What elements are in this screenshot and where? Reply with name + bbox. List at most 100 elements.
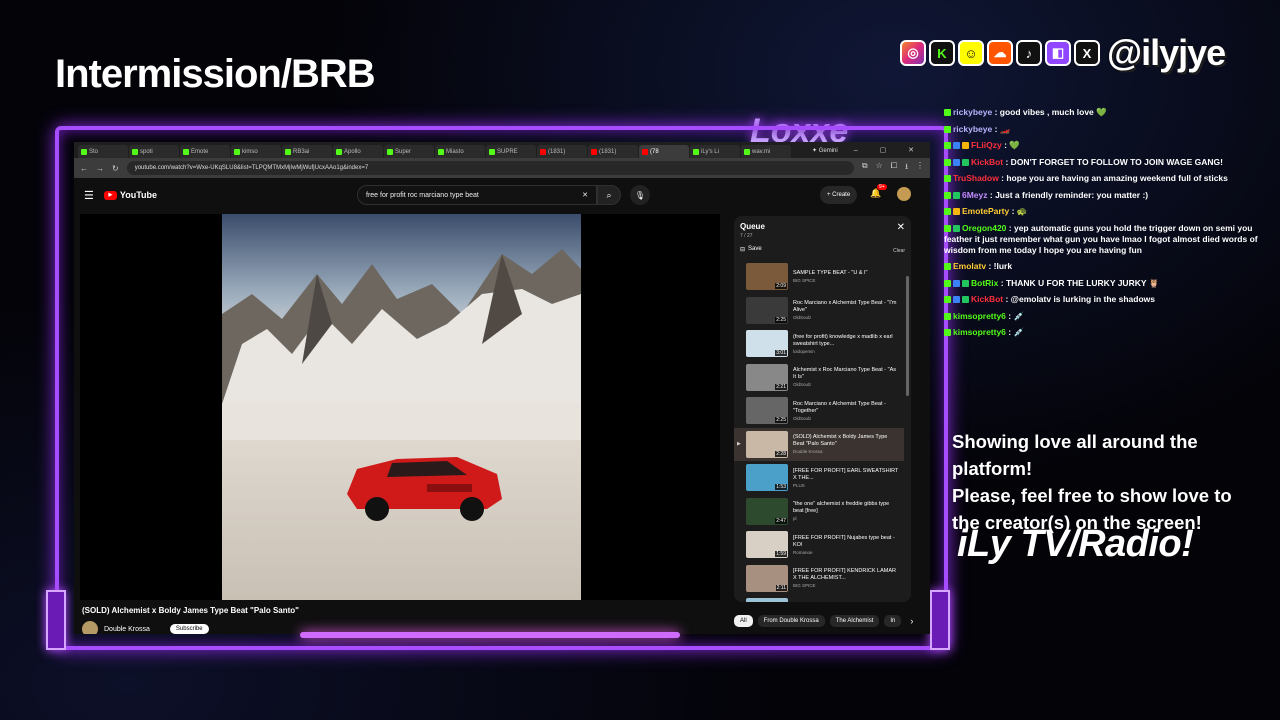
social-handle: @ilyjye bbox=[1107, 32, 1226, 73]
tab-favicon-icon bbox=[591, 148, 597, 155]
browser-tab[interactable]: Emote bbox=[180, 145, 230, 158]
microphone-icon[interactable]: 🎙 bbox=[630, 185, 650, 205]
subscribe-button[interactable]: Subscribe bbox=[169, 624, 209, 634]
browser-tab[interactable]: Apollo bbox=[333, 145, 383, 158]
browser-tab[interactable]: kimso bbox=[231, 145, 281, 158]
browser-tab[interactable]: Miasto bbox=[435, 145, 485, 158]
video-player[interactable] bbox=[80, 214, 720, 600]
youtube-logo[interactable]: ▶ YouTube bbox=[103, 190, 157, 200]
chevron-right-icon[interactable]: › bbox=[910, 616, 913, 626]
browser-tab[interactable]: (78 bbox=[639, 145, 689, 158]
browser-tab[interactable]: wav.mi bbox=[741, 145, 791, 158]
filter-chip[interactable]: The Alchemist bbox=[829, 615, 880, 627]
save-button[interactable]: ⊟ Save bbox=[740, 246, 762, 253]
search-icon[interactable]: ⌕ bbox=[597, 185, 621, 205]
window-controls[interactable]: – ▢ ✕ bbox=[854, 146, 924, 154]
close-icon[interactable]: ✕ bbox=[897, 222, 905, 233]
tab-label: kimso bbox=[242, 148, 258, 155]
forward-icon[interactable]: → bbox=[96, 164, 104, 173]
browser-tab[interactable]: spoti bbox=[129, 145, 179, 158]
chat-username[interactable]: EmoteParty bbox=[962, 206, 1012, 216]
gemini-button[interactable]: ✦ Gemini bbox=[812, 147, 838, 154]
queue-scrollbar[interactable] bbox=[906, 276, 909, 396]
browser-tab[interactable]: Super bbox=[384, 145, 434, 158]
queue-item[interactable]: 2:11 [FREE FOR PROFIT] KENDRICK LAMAR X T… bbox=[734, 562, 904, 596]
queue-item-title: (free for profit) knowledge x madlib x e… bbox=[793, 333, 893, 347]
filter-chip[interactable]: All bbox=[734, 615, 753, 627]
chat-text: : 💉 bbox=[1008, 310, 1025, 321]
youtube-play-icon: ▶ bbox=[103, 190, 117, 200]
chat-username[interactable]: KickBot bbox=[971, 157, 1005, 167]
browser-tab[interactable]: (1831) bbox=[588, 145, 638, 158]
tab-label: Miasto bbox=[446, 148, 464, 155]
account-avatar[interactable] bbox=[897, 187, 911, 201]
chat-username[interactable]: KickBot bbox=[971, 294, 1005, 304]
install-icon[interactable]: ⧉ bbox=[862, 161, 868, 175]
url-field[interactable]: youtube.com/watch?v=Wxe-UKqSLU8&list=TLP… bbox=[126, 161, 854, 175]
chat-username[interactable]: rickybeye bbox=[953, 107, 995, 117]
queue-item[interactable]: 2:25 Roc Marciano x Alchemist Type Beat -… bbox=[734, 394, 904, 428]
chat-text: : !lurk bbox=[988, 261, 1013, 271]
clear-search-icon[interactable]: ✕ bbox=[582, 191, 588, 199]
chat-username[interactable]: BotRix bbox=[971, 278, 1001, 288]
queue-item-title: [FREE FOR PROFIT] Nujabes type beat - KO… bbox=[793, 534, 895, 548]
filter-chip[interactable]: In bbox=[884, 615, 902, 627]
tab-label: wav.mi bbox=[752, 148, 771, 155]
browser-tab[interactable]: (1831) bbox=[537, 145, 587, 158]
chat-message: kimsopretty6 : 💉 bbox=[944, 327, 1274, 338]
tab-label: Emote bbox=[191, 148, 209, 155]
queue-item[interactable]: 2:25 Roc Marciano x Alchemist Type Beat -… bbox=[734, 294, 904, 328]
chat-username[interactable]: Emolatv bbox=[953, 261, 988, 271]
video-frame bbox=[222, 214, 581, 600]
extensions-icon[interactable]: ⧠ bbox=[891, 161, 897, 175]
now-playing-icon: ▶ bbox=[737, 441, 741, 448]
chat-username[interactable]: kimsopretty6 bbox=[953, 311, 1008, 321]
queue-list: 2:09 SAMPLE TYPE BEAT - "U & I" BIG SPICE 2… bbox=[734, 260, 904, 602]
queue-item-title: [FREE FOR PROFIT] KENDRICK LAMAR X THE A… bbox=[793, 568, 896, 582]
bookmark-icon[interactable]: ☆ bbox=[876, 161, 883, 175]
more-icon[interactable]: ⋮ bbox=[916, 161, 924, 175]
blue-badge-icon bbox=[953, 296, 960, 304]
create-button[interactable]: + Create bbox=[820, 186, 858, 204]
download-icon[interactable]: ⭳ bbox=[905, 161, 908, 175]
search-input[interactable]: free for profit roc marciano type beat ✕ bbox=[357, 185, 597, 205]
related-chips: All From Double Krossa The Alchemist In › bbox=[734, 615, 913, 627]
queue-item[interactable]: 3:01 (free for profit) knowledge x madlib… bbox=[734, 327, 904, 361]
chat-username[interactable]: TruShadow bbox=[953, 173, 1001, 183]
kick-badge-icon bbox=[944, 175, 951, 183]
chat-username[interactable]: kimsopretty6 bbox=[953, 327, 1008, 337]
filter-chip[interactable]: From Double Krossa bbox=[757, 615, 825, 627]
queue-item-title: SAMPLE TYPE BEAT - "U & I" bbox=[793, 270, 868, 277]
channel-name[interactable]: Double Krossa bbox=[104, 626, 150, 633]
browser-tab[interactable]: iLy's Li bbox=[690, 145, 740, 158]
queue-item-title: (SOLD) Alchemist x Boldy James Type Beat… bbox=[793, 434, 888, 448]
notification-badge: 9+ bbox=[877, 184, 887, 190]
chat-username[interactable]: Oregon420 bbox=[962, 223, 1009, 233]
chat-message: KickBot : @emolatv is lurking in the sha… bbox=[944, 294, 1274, 305]
browser-tab[interactable]: SUPRE bbox=[486, 145, 536, 158]
browser-tab[interactable]: Sto bbox=[78, 145, 128, 158]
tab-strip: Sto spoti Emote kimso RB3ai Apollo Super Miasto… bbox=[74, 142, 930, 158]
back-icon[interactable]: ← bbox=[80, 164, 88, 173]
channel-avatar[interactable] bbox=[82, 621, 98, 634]
kick-badge-icon bbox=[944, 125, 951, 133]
hamburger-menu-icon[interactable]: ☰ bbox=[84, 189, 94, 202]
chat-username[interactable]: 6Meyz bbox=[962, 190, 990, 200]
tab-label: spoti bbox=[140, 148, 153, 155]
x-icon: X bbox=[1074, 40, 1100, 66]
chat-username[interactable]: FLiiQzy bbox=[971, 140, 1004, 150]
chat-username[interactable]: rickybeye bbox=[953, 124, 995, 134]
queue-item[interactable]: 2:21 Alchemist x Roc Marciano Type Beat -… bbox=[734, 361, 904, 395]
queue-item[interactable]: 2:09 SAMPLE TYPE BEAT - "U & I" BIG SPICE bbox=[734, 260, 904, 294]
chat-message: KickBot : DON'T FORGET TO FOLLOW TO JOIN… bbox=[944, 157, 1274, 168]
reload-icon[interactable]: ↻ bbox=[112, 164, 119, 173]
queue-item[interactable]: 2:47 "the one" alchemist x freddie gibbs … bbox=[734, 495, 904, 529]
browser-tab[interactable]: RB3ai bbox=[282, 145, 332, 158]
queue-item[interactable]: 1:59 [FREE FOR PROFIT] Nujabes type beat … bbox=[734, 528, 904, 562]
queue-item[interactable]: (free for profit) westside gunn x stove … bbox=[734, 595, 904, 602]
queue-item[interactable]: 1:53 [FREE FOR PROFIT] EARL SWEATSHIRT X … bbox=[734, 461, 904, 495]
kick-badge-icon bbox=[944, 279, 951, 287]
tab-label: RB3ai bbox=[293, 148, 310, 155]
queue-item[interactable]: ▶ 2:28 (SOLD) Alchemist x Boldy James Type… bbox=[734, 427, 904, 461]
clear-button[interactable]: Clear bbox=[893, 248, 905, 254]
